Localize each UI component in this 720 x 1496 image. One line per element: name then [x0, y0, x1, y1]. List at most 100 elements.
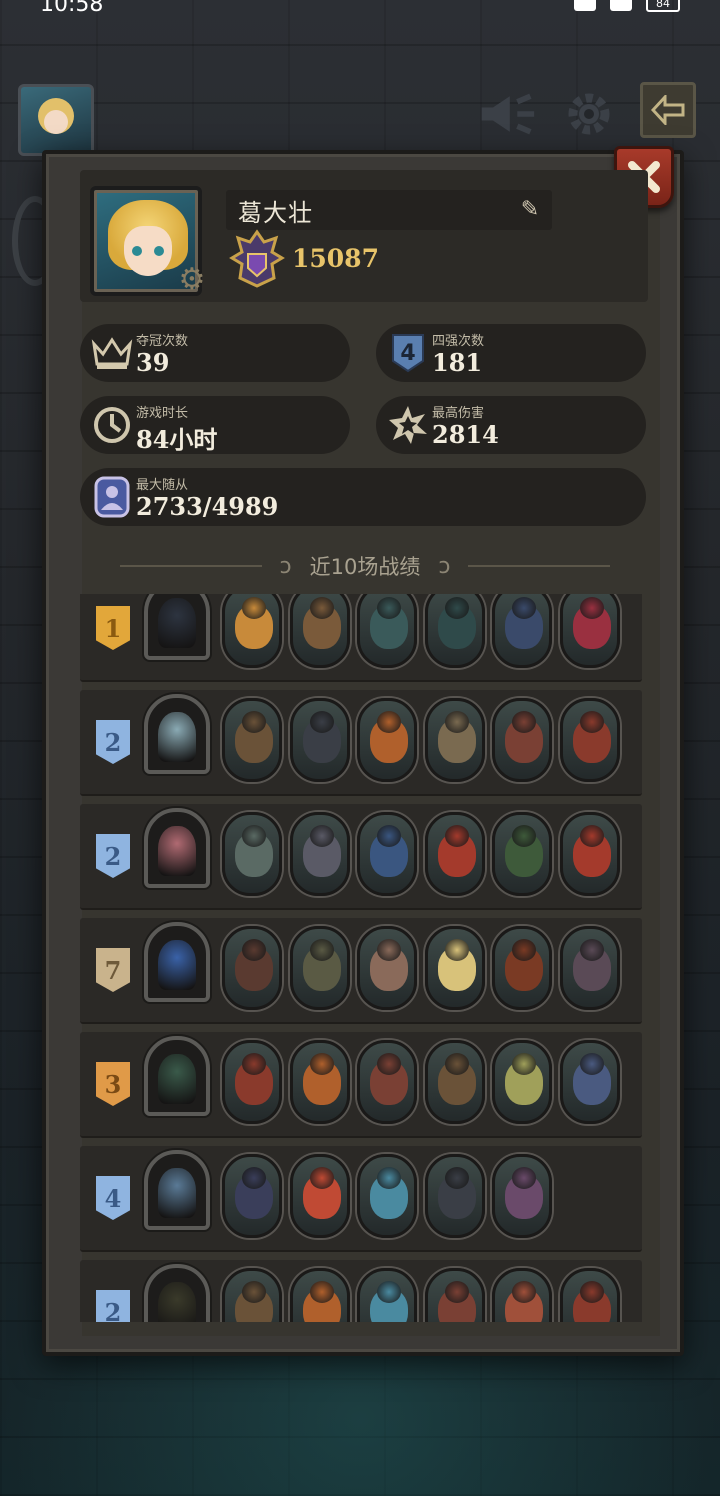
minion-card[interactable] [357, 594, 417, 668]
speaker-icon[interactable] [478, 86, 536, 142]
minion-card[interactable] [559, 1040, 620, 1124]
stat-championships: 夺冠次数 39 [80, 324, 350, 382]
four-shield-icon: 4 [384, 330, 432, 376]
match-row[interactable]: 2 [80, 690, 642, 796]
minion-card[interactable] [559, 1268, 620, 1322]
minion-card[interactable] [222, 926, 282, 1010]
match-row[interactable]: 1 [80, 594, 642, 682]
portrait-gear-icon[interactable]: ⚙ [174, 262, 210, 298]
arrow-left-icon [651, 95, 685, 125]
player-name: 葛大壮 [226, 190, 552, 230]
clock-icon [88, 402, 136, 448]
minion-card[interactable] [357, 698, 417, 782]
signal-icon [574, 0, 596, 11]
minion-card[interactable] [222, 812, 282, 896]
stat-value: 39 [136, 348, 170, 377]
minion-card[interactable] [559, 698, 620, 782]
match-history-list[interactable]: 1 2 2 7 3 4 2 [80, 594, 644, 1322]
wifi-icon [610, 0, 632, 11]
minion-card[interactable] [424, 1154, 485, 1238]
minion-card[interactable] [357, 1268, 417, 1322]
match-row[interactable]: 7 [80, 918, 642, 1024]
hero-portrait[interactable] [144, 922, 210, 1002]
status-icons: 84 [574, 0, 680, 12]
minion-card[interactable] [492, 1154, 552, 1238]
minion-card[interactable] [222, 698, 282, 782]
rank-score: 15087 [292, 244, 379, 273]
minion-card[interactable] [357, 812, 417, 896]
placement-badge: 1 [96, 606, 130, 650]
minion-card[interactable] [492, 1268, 552, 1322]
match-row[interactable]: 2 [80, 804, 642, 910]
portrait-icon [88, 474, 136, 520]
swirl-right-icon: ɔ [438, 553, 451, 579]
minion-card[interactable] [492, 812, 552, 896]
minion-card[interactable] [289, 594, 350, 668]
minion-card[interactable] [289, 926, 350, 1010]
minion-card[interactable] [289, 1268, 350, 1322]
hero-portrait[interactable] [144, 594, 210, 660]
status-time: 10:58 [40, 0, 104, 17]
minion-card[interactable] [492, 1040, 552, 1124]
stat-max-damage: 最高伤害 2814 [376, 396, 646, 454]
minion-card[interactable] [289, 1040, 350, 1124]
status-bar: 10:58 84 [0, 0, 720, 17]
hero-portrait[interactable] [144, 808, 210, 888]
minion-card[interactable] [222, 594, 282, 668]
minion-card[interactable] [222, 1040, 282, 1124]
match-row[interactable]: 3 [80, 1032, 642, 1138]
hero-portrait[interactable] [144, 1036, 210, 1116]
battery-icon: 84 [646, 0, 680, 12]
stat-value: 2814 [432, 420, 499, 449]
recent-matches-title: ↄ 近10场战绩 ɔ [120, 550, 611, 582]
hero-portrait[interactable] [144, 694, 210, 774]
minion-card[interactable] [424, 594, 485, 668]
burst-icon [384, 402, 432, 448]
minion-card[interactable] [424, 1268, 485, 1322]
stat-label: 夺冠次数 [136, 334, 189, 349]
minion-card[interactable] [559, 926, 620, 1010]
hud-avatar[interactable] [18, 84, 94, 156]
hero-portrait[interactable] [144, 1264, 210, 1322]
stat-label: 游戏时长 [136, 406, 189, 421]
minion-card[interactable] [289, 698, 350, 782]
settings-gear-icon[interactable] [560, 86, 618, 142]
stat-top4: 4 四强次数 181 [376, 324, 646, 382]
minion-card[interactable] [289, 812, 350, 896]
minion-card[interactable] [559, 812, 620, 896]
stat-value: 2733/4989 [136, 492, 279, 521]
minion-card[interactable] [357, 926, 417, 1010]
placement-badge: 2 [96, 720, 130, 764]
placement-badge: 7 [96, 948, 130, 992]
stat-value: 181 [432, 348, 483, 377]
match-row[interactable]: 4 [80, 1146, 642, 1252]
stat-playtime: 游戏时长 84小时 [80, 396, 350, 454]
match-row[interactable]: 2 [80, 1260, 642, 1322]
minion-card[interactable] [424, 698, 485, 782]
minion-card[interactable] [559, 594, 620, 668]
minion-card[interactable] [357, 1154, 417, 1238]
stat-value: 84小时 [136, 425, 218, 454]
avatar-thumb-icon [38, 98, 74, 134]
stat-label: 最大随从 [136, 478, 189, 493]
minion-card[interactable] [424, 812, 485, 896]
hero-portrait[interactable] [144, 1150, 210, 1230]
pencil-icon[interactable]: ✎ [516, 196, 544, 224]
minion-card[interactable] [492, 594, 552, 668]
placement-badge: 4 [96, 1176, 130, 1220]
minion-card[interactable] [424, 1040, 485, 1124]
minion-card[interactable] [424, 926, 485, 1010]
swirl-left-icon: ↄ [279, 553, 292, 579]
minion-card[interactable] [492, 926, 552, 1010]
stat-max-minions: 最大随从 2733/4989 [80, 468, 646, 526]
crown-icon [88, 330, 136, 376]
minion-card[interactable] [492, 698, 552, 782]
minion-card[interactable] [357, 1040, 417, 1124]
placement-badge: 2 [96, 834, 130, 878]
rank-emblem-icon [229, 229, 285, 288]
section-title-text: 近10场战绩 [309, 555, 421, 579]
minion-card[interactable] [222, 1268, 282, 1322]
minion-card[interactable] [289, 1154, 350, 1238]
minion-card[interactable] [222, 1154, 282, 1238]
back-button[interactable] [640, 82, 696, 138]
